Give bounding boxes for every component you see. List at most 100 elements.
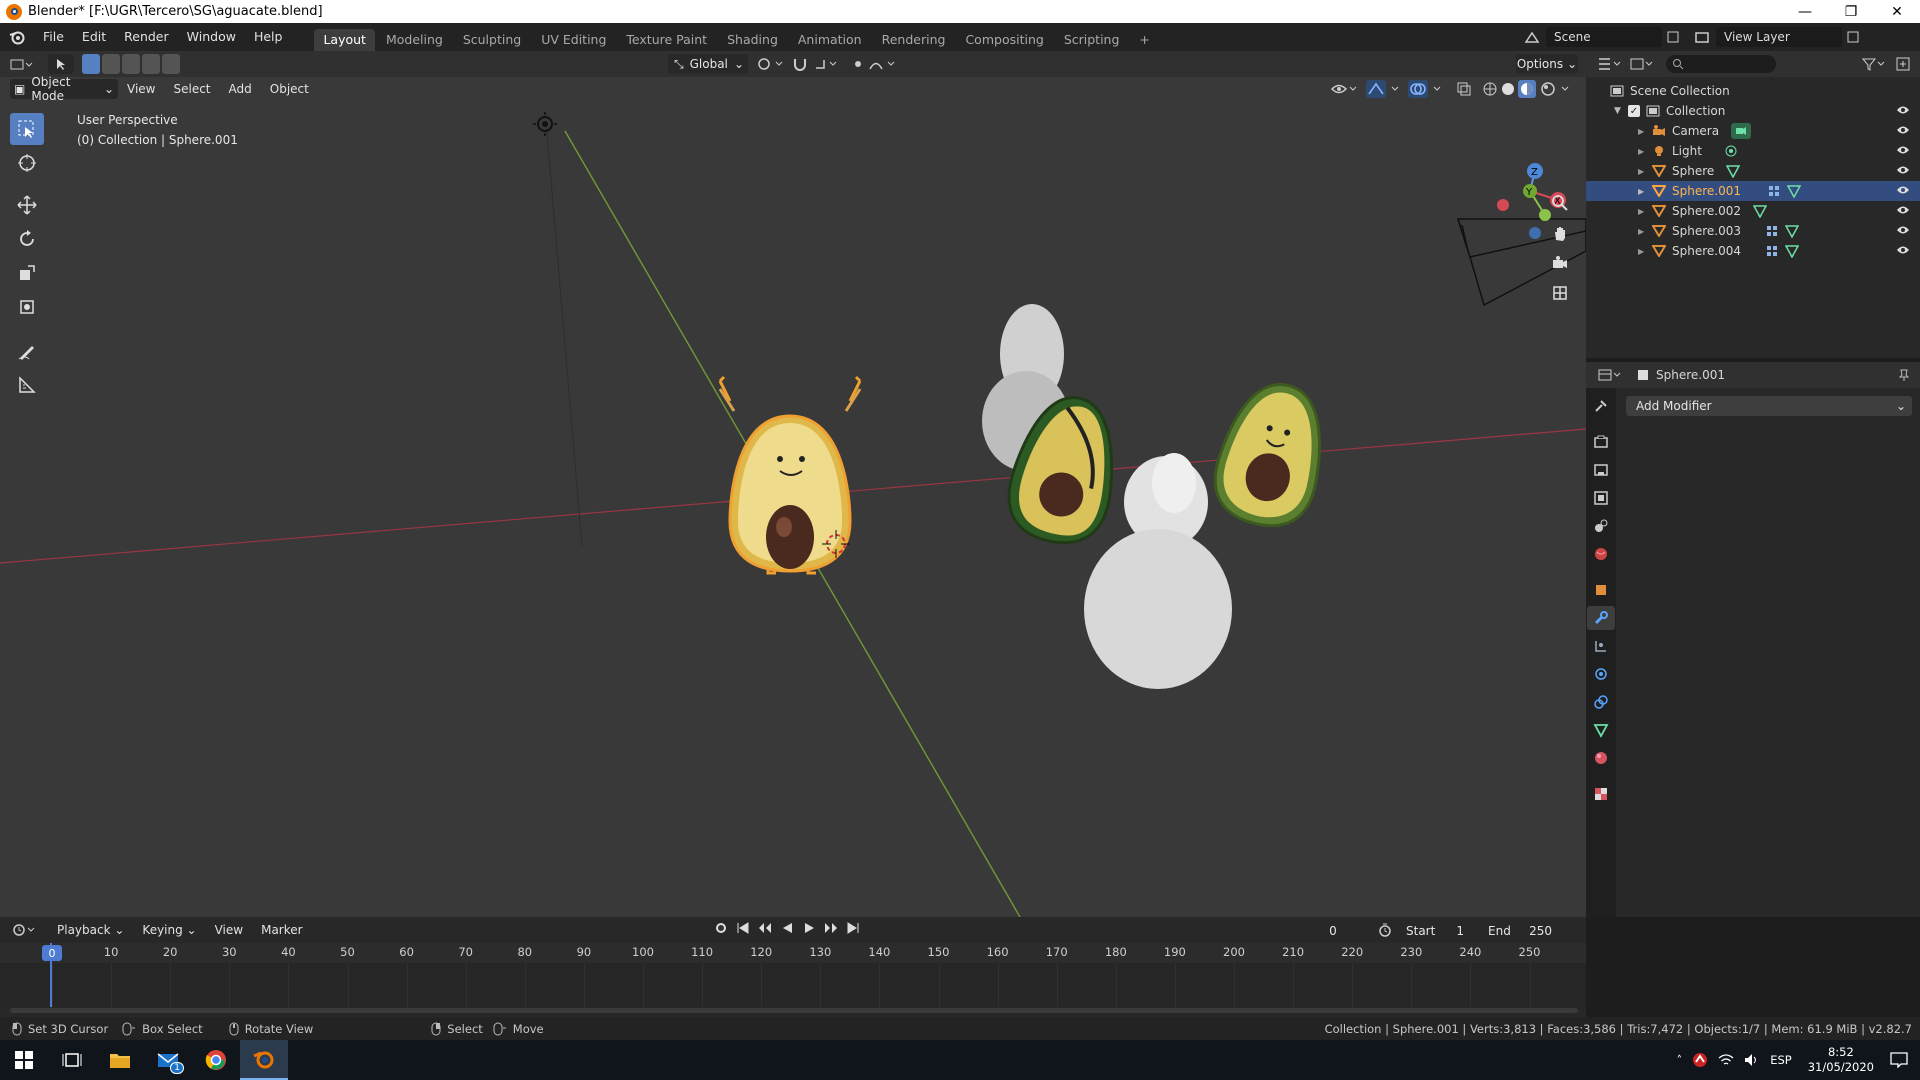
menu-edit[interactable]: Edit xyxy=(73,23,115,51)
new-collection-icon[interactable] xyxy=(1896,57,1910,71)
tab-rendering[interactable]: Rendering xyxy=(873,29,955,51)
stopwatch-icon[interactable] xyxy=(1378,923,1392,937)
zoom-icon[interactable] xyxy=(1548,191,1572,215)
timeline-menu-playback[interactable]: Playback ⌄ xyxy=(48,917,133,943)
3d-viewport[interactable]: ⤡ Global ⌄ Options ⌄ ▣ Object Mode ⌄ View… xyxy=(0,51,1586,917)
menu-file[interactable]: File xyxy=(34,23,73,51)
record-icon[interactable] xyxy=(712,921,730,935)
expand-arrow-icon[interactable]: ▶ xyxy=(1638,247,1652,256)
tray-chevron-up-icon[interactable]: ˄ xyxy=(1676,1053,1682,1067)
filter-icon[interactable] xyxy=(1862,57,1888,71)
eye-icon[interactable] xyxy=(1896,244,1910,259)
tab-uv-editing[interactable]: UV Editing xyxy=(532,29,615,51)
properties-editor-type-icon[interactable] xyxy=(1598,368,1624,382)
timeline-menu-keying[interactable]: Keying ⌄ xyxy=(133,917,205,943)
outliner-row-light[interactable]: ▶ Light xyxy=(1586,141,1920,161)
modifier-wrench-icon[interactable] xyxy=(1767,184,1781,198)
frame-ruler[interactable]: 10 20 30 40 50 60 70 80 90 100 110 120 130 140 150 160 1… xyxy=(0,943,1586,963)
menu-window[interactable]: Window xyxy=(178,23,245,51)
tab-texture-paint[interactable]: Texture Paint xyxy=(617,29,716,51)
data-properties-icon[interactable] xyxy=(1593,718,1609,742)
outliner-row-sphere-002[interactable]: ▶ Sphere.002 xyxy=(1586,201,1920,221)
measure-tool-icon[interactable] xyxy=(10,369,44,401)
collection-row[interactable]: ▼ ✓ Collection xyxy=(1586,101,1920,121)
play-reverse-icon[interactable] xyxy=(778,921,796,935)
new-scene-icon[interactable] xyxy=(1666,30,1680,44)
collection-checkbox[interactable]: ✓ xyxy=(1628,105,1640,117)
mail-icon[interactable]: 1 xyxy=(144,1040,192,1080)
outliner-row-sphere[interactable]: ▶ Sphere xyxy=(1586,161,1920,181)
file-explorer-icon[interactable] xyxy=(96,1040,144,1080)
expand-arrow-icon[interactable]: ▶ xyxy=(1638,207,1652,216)
end-frame-field[interactable]: End 250 xyxy=(1478,921,1562,941)
tool-settings-icon[interactable] xyxy=(1593,394,1609,418)
expand-arrow-icon[interactable]: ▶ xyxy=(1638,167,1652,176)
timeline-editor-type-icon[interactable] xyxy=(12,923,38,937)
world-properties-icon[interactable] xyxy=(1593,542,1609,566)
add-workspace-button[interactable]: + xyxy=(1130,29,1158,51)
scene-selector[interactable]: Scene xyxy=(1546,27,1662,47)
notifications-icon[interactable] xyxy=(1890,1052,1908,1068)
render-properties-icon[interactable] xyxy=(1593,430,1609,454)
outliner-row-sphere-003[interactable]: ▶ Sphere.003 xyxy=(1586,221,1920,241)
blender-taskbar-icon[interactable] xyxy=(240,1040,288,1080)
play-icon[interactable] xyxy=(800,921,818,935)
constraints-properties-icon[interactable] xyxy=(1593,690,1609,714)
eye-icon[interactable] xyxy=(1896,164,1910,179)
mesh-data-icon[interactable] xyxy=(1785,224,1799,238)
current-frame-field[interactable]: 0 xyxy=(1296,921,1370,941)
view-layer-icon[interactable] xyxy=(1694,30,1712,44)
mesh-data-icon[interactable] xyxy=(1753,204,1767,218)
tab-shading[interactable]: Shading xyxy=(718,29,787,51)
view-layer-properties-icon[interactable] xyxy=(1593,486,1609,510)
expand-arrow-icon[interactable]: ▶ xyxy=(1638,127,1652,136)
scene-properties-icon[interactable] xyxy=(1593,514,1609,538)
add-modifier-dropdown[interactable]: Add Modifier ⌄ xyxy=(1626,396,1912,416)
pan-hand-icon[interactable] xyxy=(1548,221,1572,245)
next-keyframe-icon[interactable] xyxy=(822,921,840,935)
camera-view-icon[interactable] xyxy=(1548,251,1572,275)
camera-data-icon[interactable] xyxy=(1731,123,1752,139)
eye-icon[interactable] xyxy=(1896,204,1910,219)
blender-menu-icon[interactable] xyxy=(0,29,34,45)
windows-start-icon[interactable] xyxy=(0,1040,48,1080)
expand-arrow-icon[interactable]: ▶ xyxy=(1638,227,1652,236)
expand-arrow-icon[interactable]: ▶ xyxy=(1638,147,1652,156)
menu-render[interactable]: Render xyxy=(115,23,178,51)
cursor-tool-icon[interactable] xyxy=(10,147,44,179)
maximize-button[interactable]: ❐ xyxy=(1828,0,1874,23)
eye-icon[interactable] xyxy=(1896,224,1910,239)
move-tool-icon[interactable] xyxy=(10,189,44,221)
tab-modeling[interactable]: Modeling xyxy=(377,29,452,51)
outliner-row-camera[interactable]: ▶ Camera xyxy=(1586,121,1920,141)
tab-scripting[interactable]: Scripting xyxy=(1055,29,1129,51)
modifier-wrench-icon[interactable] xyxy=(1765,244,1779,258)
scale-tool-icon[interactable] xyxy=(10,257,44,289)
outliner-row-sphere-001[interactable]: ▶ Sphere.001 xyxy=(1586,181,1920,201)
texture-properties-icon[interactable] xyxy=(1593,782,1609,806)
scene-collection-row[interactable]: Scene Collection xyxy=(1586,81,1920,101)
expand-arrow-icon[interactable]: ▼ xyxy=(1614,106,1628,116)
timeline-menu-marker[interactable]: Marker xyxy=(252,917,311,943)
jump-end-icon[interactable] xyxy=(844,921,862,935)
ortho-grid-icon[interactable] xyxy=(1548,281,1572,305)
volume-icon[interactable] xyxy=(1744,1053,1760,1067)
pin-icon[interactable] xyxy=(1898,369,1910,381)
tab-compositing[interactable]: Compositing xyxy=(956,29,1052,51)
chrome-icon[interactable] xyxy=(192,1040,240,1080)
modifier-properties-icon[interactable] xyxy=(1587,606,1615,630)
output-properties-icon[interactable] xyxy=(1593,458,1609,482)
expand-arrow-icon[interactable]: ▶ xyxy=(1638,187,1652,196)
scene-icon[interactable] xyxy=(1524,30,1542,44)
particles-properties-icon[interactable] xyxy=(1593,634,1609,658)
timeline-menu-view[interactable]: View xyxy=(206,917,252,943)
eye-icon[interactable] xyxy=(1896,124,1910,139)
outliner-editor-type-icon[interactable] xyxy=(1598,57,1624,71)
jump-start-icon[interactable] xyxy=(734,921,752,935)
close-button[interactable]: ✕ xyxy=(1874,0,1920,23)
timeline-scrollbar[interactable] xyxy=(10,1008,1578,1013)
physics-properties-icon[interactable] xyxy=(1593,662,1609,686)
display-mode-icon[interactable] xyxy=(1630,57,1656,71)
annotate-tool-icon[interactable] xyxy=(10,335,44,367)
eye-icon[interactable] xyxy=(1896,104,1910,119)
